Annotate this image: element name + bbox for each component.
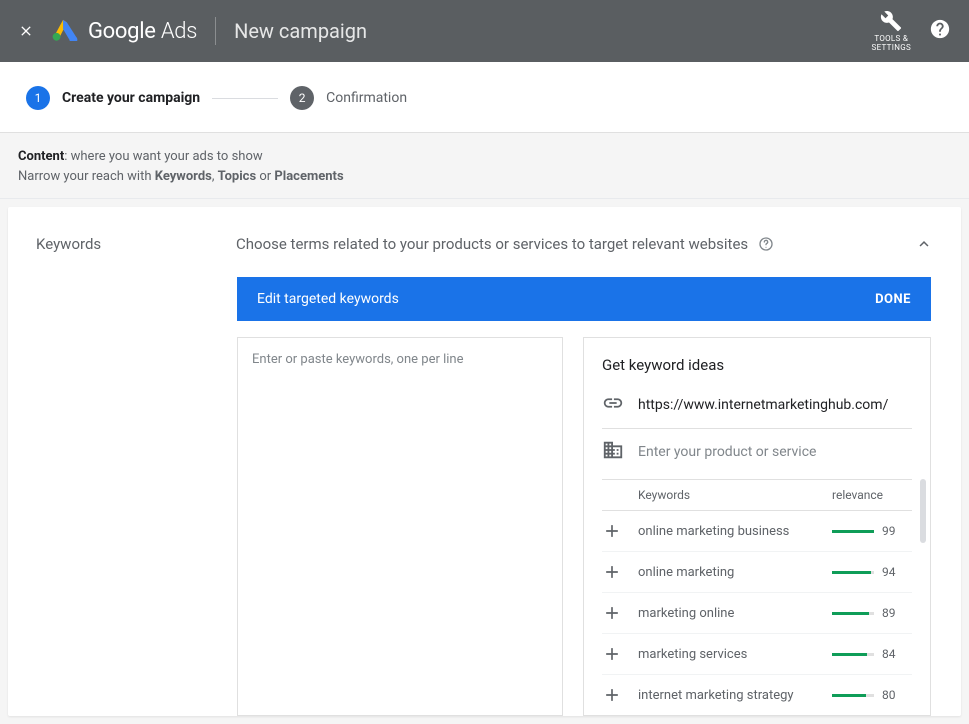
keyword-row: marketing services 84	[602, 634, 912, 675]
help-tooltip-icon[interactable]	[758, 236, 774, 252]
wrench-icon	[880, 10, 902, 32]
stepper: 1 Create your campaign 2 Confirmation	[0, 62, 969, 133]
th-keywords: Keywords	[638, 488, 832, 502]
brand-text: Google Ads	[88, 19, 197, 44]
relevance-bar	[832, 653, 874, 656]
relevance-bar	[832, 694, 874, 697]
keywords-textarea[interactable]	[238, 338, 562, 693]
help-icon	[929, 18, 951, 40]
relevance-value: 99	[882, 524, 896, 538]
step-confirmation[interactable]: 2 Confirmation	[290, 86, 407, 110]
step-number: 1	[26, 86, 50, 110]
section-title-rest: : where you want your ads to show	[64, 149, 262, 164]
relevance-value: 84	[882, 647, 896, 661]
add-keyword-button[interactable]	[602, 603, 638, 623]
tools-label: TOOLS & SETTINGS	[872, 34, 911, 52]
help-button[interactable]	[929, 18, 951, 44]
keyword-name: marketing online	[638, 606, 832, 621]
relevance-cell: 80	[832, 688, 912, 702]
step-label: Create your campaign	[62, 90, 200, 106]
keyword-row: marketing online 89	[602, 593, 912, 634]
plus-icon	[602, 644, 622, 664]
url-input[interactable]	[638, 395, 912, 415]
product-input[interactable]	[638, 442, 912, 462]
scrollbar-thumb[interactable]	[920, 479, 926, 543]
chevron-up-icon	[915, 235, 933, 253]
relevance-cell: 94	[832, 565, 912, 579]
close-icon	[18, 23, 34, 39]
section-title-bold: Content	[18, 149, 64, 164]
relevance-bar	[832, 612, 874, 615]
keyword-row: internet marketing strategy 80	[602, 675, 912, 715]
app-header: Google Ads New campaign TOOLS & SETTINGS	[0, 0, 969, 62]
table-header: Keywords relevance	[602, 479, 912, 511]
header-divider	[215, 17, 216, 45]
domain-icon	[602, 439, 624, 465]
product-input-row	[602, 439, 912, 475]
link-icon	[602, 392, 624, 418]
keyword-name: internet marketing strategy	[638, 688, 832, 703]
relevance-bar	[832, 530, 874, 533]
keyword-row: online marketing business 99	[602, 511, 912, 552]
step-number: 2	[290, 86, 314, 110]
edit-keywords-bar: Edit targeted keywords DONE	[237, 277, 931, 321]
done-button[interactable]: DONE	[875, 292, 911, 307]
url-input-row	[602, 392, 912, 429]
close-button[interactable]	[18, 23, 34, 39]
step-label: Confirmation	[326, 90, 407, 106]
edit-bar-title: Edit targeted keywords	[257, 291, 399, 307]
keywords-textarea-wrap	[237, 337, 563, 716]
tools-settings-button[interactable]: TOOLS & SETTINGS	[872, 10, 911, 52]
keyword-ideas-panel: Get keyword ideas	[583, 337, 931, 716]
add-keyword-button[interactable]	[602, 521, 638, 541]
keyword-name: online marketing	[638, 565, 832, 580]
page-title: New campaign	[234, 19, 367, 43]
relevance-cell: 89	[832, 606, 912, 620]
relevance-value: 94	[882, 565, 896, 579]
step-create-campaign[interactable]: 1 Create your campaign	[26, 86, 200, 110]
ideas-table: Keywords relevance online marketing busi…	[602, 479, 926, 715]
add-keyword-button[interactable]	[602, 644, 638, 664]
add-keyword-button[interactable]	[602, 562, 638, 582]
plus-icon	[602, 562, 622, 582]
card-description: Choose terms related to your products or…	[236, 235, 915, 253]
relevance-cell: 99	[832, 524, 912, 538]
google-ads-icon	[52, 17, 78, 45]
keyword-name: online marketing business	[638, 524, 832, 539]
relevance-value: 80	[882, 688, 896, 702]
ideas-title: Get keyword ideas	[602, 356, 926, 374]
plus-icon	[602, 603, 622, 623]
add-keyword-button[interactable]	[602, 685, 638, 705]
card-title: Keywords	[36, 235, 236, 253]
collapse-button[interactable]	[915, 235, 933, 257]
step-connector	[212, 98, 278, 99]
relevance-cell: 84	[832, 647, 912, 661]
th-relevance: relevance	[832, 488, 912, 502]
relevance-bar	[832, 571, 874, 574]
relevance-value: 89	[882, 606, 896, 620]
keywords-card: Keywords Choose terms related to your pr…	[8, 207, 961, 716]
section-description: Content: where you want your ads to show…	[0, 133, 969, 199]
plus-icon	[602, 685, 622, 705]
brand-logo: Google Ads	[52, 17, 197, 45]
keyword-row: online marketing 94	[602, 552, 912, 593]
keyword-name: marketing services	[638, 647, 832, 662]
plus-icon	[602, 521, 622, 541]
